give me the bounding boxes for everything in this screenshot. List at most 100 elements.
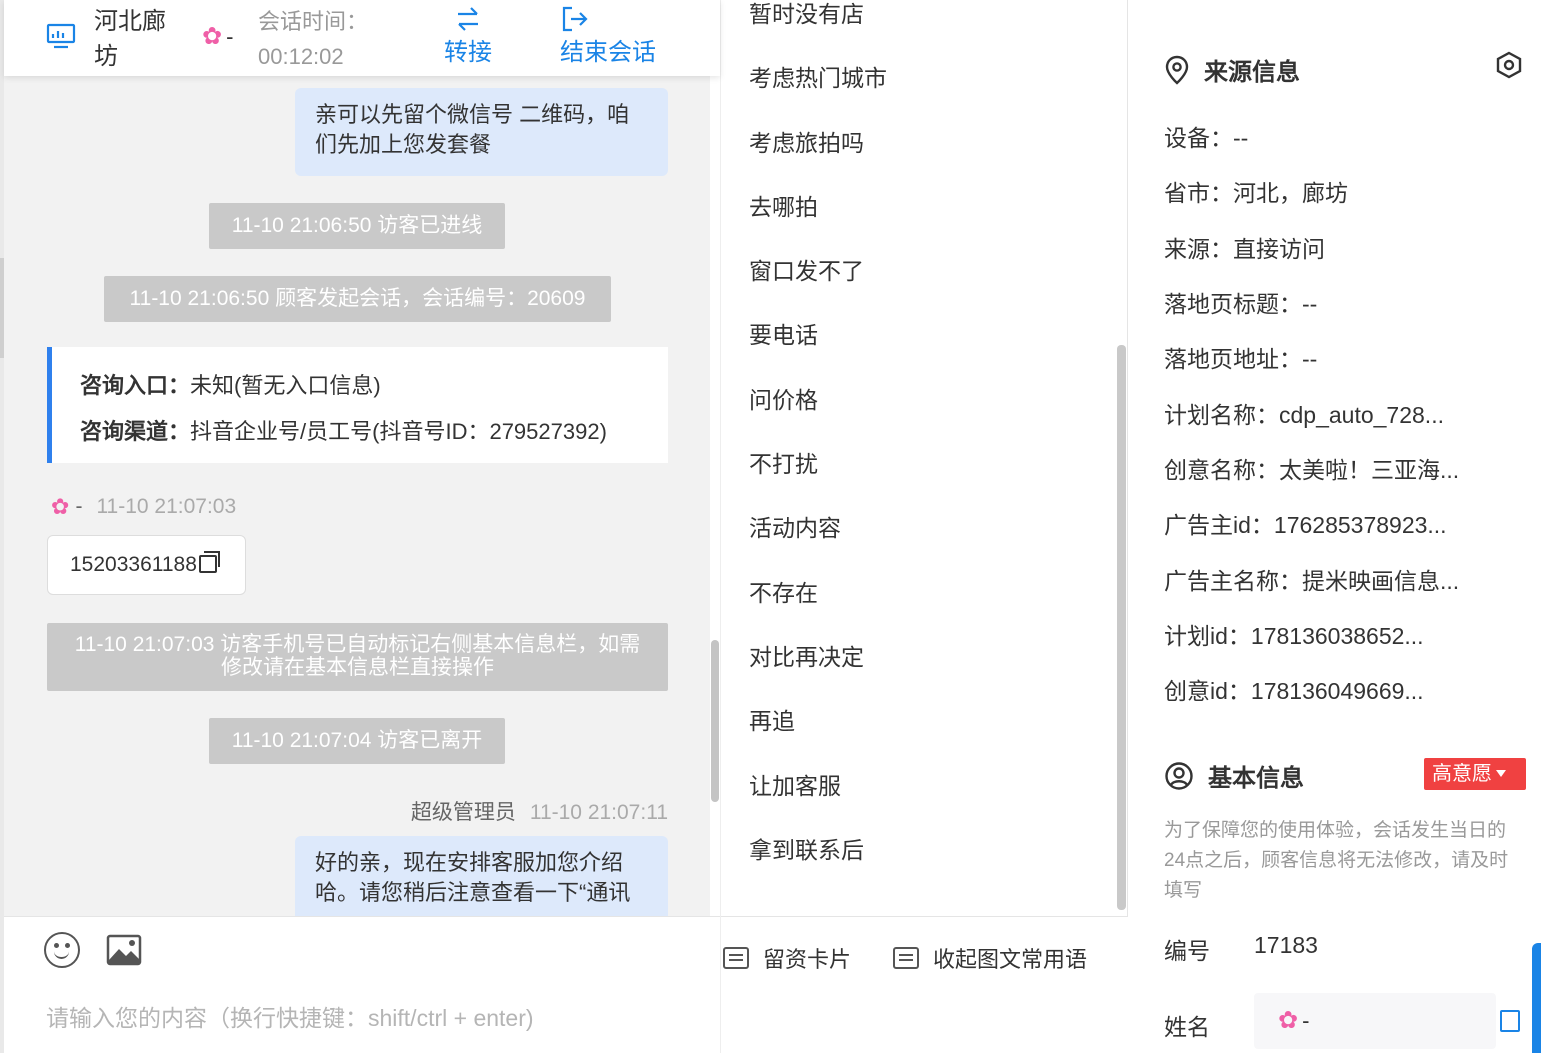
monitor-icon <box>46 23 76 49</box>
visitor-message-meta: ✿ - 11-10 21:07:03 <box>51 494 236 520</box>
source-info-header: 来源信息 <box>1164 52 1300 87</box>
copy-icon[interactable] <box>198 551 220 573</box>
visitor-phone: 15203361188 <box>70 553 197 576</box>
customer-name-label: 姓名 <box>1164 1014 1210 1040</box>
source-device: 设备：-- <box>1164 125 1249 151</box>
system-message: 11-10 21:06:50 访客已进线 <box>209 203 505 249</box>
agent-message-bubble: 好的亲，现在安排客服加您介绍哈。请您稍后注意查看一下“通讯 <box>295 836 668 916</box>
message-list[interactable]: 亲可以先留个微信号 二维码，咱们先加上您发套餐 11-10 21:06:50 访… <box>4 76 710 916</box>
source-channel: 来源：直接访问 <box>1164 236 1325 262</box>
landing-page-url: 落地页地址：-- <box>1164 346 1318 372</box>
location-pin-icon <box>1165 55 1189 85</box>
quick-reply-item[interactable]: 问价格 <box>749 368 1109 432</box>
landing-page-title: 落地页标题：-- <box>1164 291 1318 317</box>
emoji-icon[interactable] <box>44 932 80 968</box>
consult-entry-value: 未知(暂无入口信息) <box>190 373 381 398</box>
message-input[interactable]: 请输入您的内容（换行快捷键：shift/ctrl + enter) <box>46 999 534 1033</box>
copy-icon[interactable] <box>1500 1010 1520 1032</box>
quick-reply-item[interactable]: 不打扰 <box>749 432 1109 496</box>
basic-info-title: 基本信息 <box>1208 765 1304 792</box>
consult-channel-value: 抖音企业号/员工号(抖音号ID：279527392) <box>190 419 607 444</box>
quick-reply-item[interactable]: 去哪拍 <box>749 175 1109 239</box>
agent-message-meta: 超级管理员 11-10 21:07:11 <box>411 796 668 826</box>
source-region: 省市：河北，廊坊 <box>1164 180 1348 206</box>
transfer-button[interactable]: 转接 <box>444 2 492 70</box>
intent-level-value: 高意愿 <box>1432 763 1492 785</box>
visitor-phone-message: 15203361188 <box>47 535 246 595</box>
agent-message-bubble: 亲可以先留个微信号 二维码，咱们先加上您发套餐 <box>295 88 668 176</box>
quick-reply-item[interactable]: 再追 <box>749 689 1109 753</box>
plan-name: 计划名称：cdp_auto_728... <box>1164 402 1444 428</box>
app-root: 河北廊坊 ✿ - 会话时间： 00:12:02 转接 结束会话 亲可以先留个微信… <box>0 0 1541 1053</box>
user-circle-icon <box>1165 761 1193 790</box>
collapse-phrases-button[interactable]: 收起图文常用语 <box>893 942 1087 974</box>
quick-reply-item[interactable]: 窗口发不了 <box>749 239 1109 303</box>
quick-reply-item[interactable]: 拿到联系后 <box>749 818 1109 882</box>
side-drawer-tab[interactable] <box>1532 943 1541 1053</box>
consult-channel-row: 咨询渠道：抖音企业号/员工号(抖音号ID：279527392) <box>80 409 640 455</box>
message-card-icon <box>893 947 919 969</box>
image-icon[interactable] <box>106 934 142 966</box>
creative-id: 创意id：178136049669... <box>1164 678 1424 704</box>
visitor-location: 河北廊坊 <box>94 8 166 70</box>
consult-entry-label: 咨询入口： <box>80 373 191 398</box>
session-time-value: 00:12:02 <box>258 44 344 69</box>
quick-reply-item[interactable]: 活动内容 <box>749 496 1109 560</box>
input-area: 请输入您的内容（换行快捷键：shift/ctrl + enter) <box>4 916 720 1053</box>
quick-reply-item[interactable]: 要电话 <box>749 303 1109 367</box>
system-message: 11-10 21:07:03 访客手机号已自动标记右侧基本信息栏，如需修改请在基… <box>47 623 668 691</box>
visitor-message-name: - <box>75 495 83 518</box>
session-time: 会话时间： 00:12:02 <box>258 4 368 74</box>
session-time-label: 会话时间： <box>258 9 369 34</box>
source-info-title: 来源信息 <box>1204 59 1300 86</box>
creative-name: 创意名称：太美啦！三亚海... <box>1164 457 1460 483</box>
customer-avatar-icon: ✿ <box>1278 1007 1299 1034</box>
chat-panel: 河北廊坊 ✿ - 会话时间： 00:12:02 转接 结束会话 亲可以先留个微信… <box>4 0 720 1053</box>
lead-card-button[interactable]: 留资卡片 <box>723 942 851 974</box>
quick-reply-scrollbar[interactable] <box>1117 345 1126 910</box>
edit-deadline-hint: 为了保障您的使用体验，会话发生当日的24点之后，顾客信息将无法修改，请及时填写 <box>1164 820 1509 901</box>
end-session-button[interactable]: 结束会话 <box>560 2 656 70</box>
transfer-icon <box>458 7 478 31</box>
quick-reply-panel: 暂时没有店 考虑热门城市 考虑旅拍吗 去哪拍 窗口发不了 要电话 问价格 不打扰… <box>720 0 1129 1053</box>
quick-reply-item[interactable]: 考虑热门城市 <box>749 46 1109 110</box>
customer-id-value: 17183 <box>1254 932 1318 958</box>
message-card-icon <box>723 947 749 969</box>
message-scrollbar[interactable] <box>711 640 719 802</box>
exit-icon <box>562 6 588 32</box>
lead-card-label: 留资卡片 <box>763 947 852 972</box>
quick-reply-item[interactable]: 考虑旅拍吗 <box>749 111 1109 175</box>
quick-reply-item[interactable]: 让加客服 <box>749 754 1109 818</box>
agent-name: 超级管理员 <box>410 801 516 824</box>
advertiser-id: 广告主id：176285378923... <box>1164 512 1447 538</box>
customer-name-value: - <box>1302 1008 1310 1033</box>
visitor-name: - <box>226 24 234 49</box>
visitor-avatar-icon: ✿ <box>202 23 223 50</box>
consult-channel-label: 咨询渠道： <box>80 419 191 444</box>
end-session-label: 结束会话 <box>560 39 656 66</box>
customer-name-field[interactable]: ✿ - <box>1254 993 1496 1049</box>
system-message: 11-10 21:07:04 访客已离开 <box>209 718 505 764</box>
visitor-avatar-icon: ✿ <box>51 494 70 519</box>
quick-reply-toolbar: 留资卡片 收起图文常用语 <box>721 916 1129 1053</box>
chat-header: 河北廊坊 ✿ - 会话时间： 00:12:02 转接 结束会话 <box>4 0 720 76</box>
caret-down-icon <box>1496 770 1506 777</box>
quick-reply-item[interactable]: 对比再决定 <box>749 625 1109 689</box>
agent-message-time: 11-10 21:07:11 <box>529 801 668 824</box>
quick-reply-item[interactable]: 不存在 <box>749 561 1109 625</box>
visitor-message-time: 11-10 21:07:03 <box>96 495 237 518</box>
customer-info-panel: 来源信息 设备：-- 省市：河北，廊坊 来源：直接访问 落地页标题：-- 落地页… <box>1128 0 1541 1053</box>
intent-level-dropdown[interactable]: 高意愿 <box>1424 758 1526 790</box>
advertiser-name: 广告主名称：提米映画信息... <box>1164 568 1460 594</box>
consult-info-card: 咨询入口：未知(暂无入口信息) 咨询渠道：抖音企业号/员工号(抖音号ID：279… <box>47 347 668 463</box>
visitor-identity: ✿ - <box>202 22 233 52</box>
plan-id: 计划id：178136038652... <box>1164 623 1424 649</box>
customer-id-label: 编号 <box>1164 938 1210 964</box>
system-message: 11-10 21:06:50 顾客发起会话，会话编号：20609 <box>104 276 611 322</box>
quick-reply-item[interactable]: 暂时没有店 <box>749 0 1109 46</box>
basic-info-header: 基本信息 <box>1164 758 1304 793</box>
settings-icon[interactable] <box>1494 50 1524 80</box>
transfer-label: 转接 <box>444 39 492 66</box>
quick-reply-list: 暂时没有店 考虑热门城市 考虑旅拍吗 去哪拍 窗口发不了 要电话 问价格 不打扰… <box>749 0 1109 882</box>
collapse-phrases-label: 收起图文常用语 <box>933 947 1088 972</box>
